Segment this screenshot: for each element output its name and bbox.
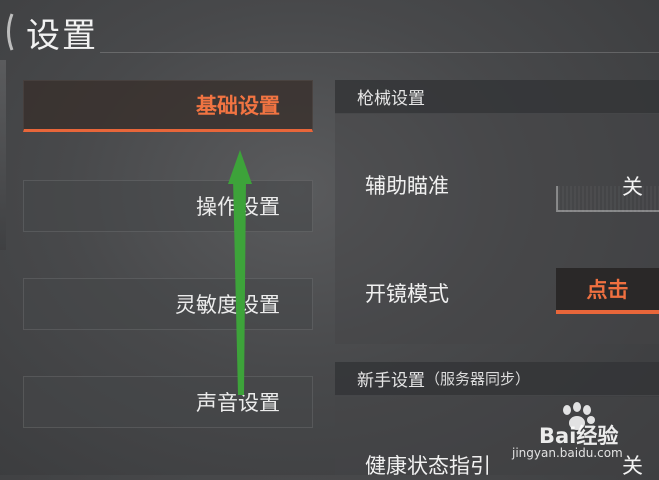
setting-label-aim-assist: 辅助瞄准	[365, 174, 449, 198]
page-title: 设置	[26, 16, 98, 56]
watermark-brand-name: Bai	[539, 424, 577, 448]
section-title: 枪械设置	[357, 89, 425, 109]
setting-label-health-guide: 健康状态指引	[365, 454, 491, 478]
header-divider	[100, 52, 659, 53]
nav-item-control-settings[interactable]: 操作设置	[23, 180, 313, 232]
scope-mode-click-button[interactable]: 点击	[556, 268, 659, 314]
aim-assist-value[interactable]: 关	[622, 171, 643, 201]
watermark-suffix: 经验	[576, 424, 619, 448]
section-subtitle: （服务器同步）	[425, 370, 531, 388]
section-header-newbie: 新手设置 （服务器同步）	[335, 362, 659, 396]
nav-item-label: 操作设置	[196, 195, 280, 219]
nav-item-basic-settings[interactable]: 基础设置	[23, 80, 313, 132]
setting-label-scope-mode: 开镜模式	[365, 282, 449, 306]
top-bar: 设置	[0, 0, 659, 56]
scope-mode-value: 点击	[586, 278, 629, 302]
nav-item-label: 基础设置	[196, 94, 280, 118]
watermark-url: jingyan.baidu.com	[512, 446, 623, 460]
section-title: 新手设置	[357, 371, 425, 391]
title-accent-icon	[7, 13, 14, 51]
left-edge-decoration	[0, 60, 6, 250]
aim-assist-toggle[interactable]	[556, 186, 659, 212]
nav-item-sound-settings[interactable]: 声音设置	[23, 376, 313, 428]
section-header-weapon: 枪械设置	[335, 80, 659, 114]
nav-item-label: 灵敏度设置	[175, 293, 280, 317]
nav-item-label: 声音设置	[196, 391, 280, 415]
nav-item-sensitivity-settings[interactable]: 灵敏度设置	[23, 278, 313, 330]
